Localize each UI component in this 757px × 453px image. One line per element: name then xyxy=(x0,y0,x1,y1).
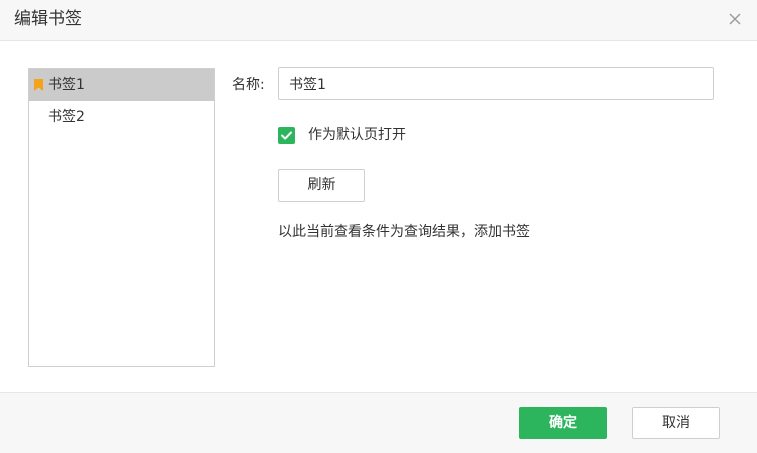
close-icon[interactable] xyxy=(727,11,743,27)
bookmark-list: 书签1 书签2 xyxy=(28,68,215,367)
default-page-label: 作为默认页打开 xyxy=(308,127,406,143)
dialog-title: 编辑书签 xyxy=(14,9,82,29)
bookmark-label: 书签2 xyxy=(48,109,85,125)
refresh-button[interactable]: 刷新 xyxy=(278,169,365,202)
default-page-checkbox[interactable] xyxy=(278,127,295,144)
check-icon xyxy=(281,131,292,140)
name-label: 名称: xyxy=(232,77,265,93)
bookmark-label: 书签1 xyxy=(48,77,85,93)
bookmark-icon xyxy=(34,79,43,91)
dialog-body: 书签1 书签2 名称: 作为默认页打开 刷新 以此当前查看条件为查询结果，添加书… xyxy=(0,41,757,392)
name-input[interactable] xyxy=(278,67,714,100)
cancel-button[interactable]: 取消 xyxy=(632,407,720,439)
bookmark-list-item-2[interactable]: 书签2 xyxy=(29,101,214,133)
dialog-footer: 确定 取消 xyxy=(0,392,757,453)
bookmark-list-item-1[interactable]: 书签1 xyxy=(29,69,214,101)
edit-bookmark-dialog: 编辑书签 书签1 书签2 名称: 作为默 xyxy=(0,0,757,453)
ok-button[interactable]: 确定 xyxy=(519,407,607,439)
close-icon-glyph xyxy=(729,13,741,25)
dialog-header: 编辑书签 xyxy=(0,0,757,41)
hint-text: 以此当前查看条件为查询结果，添加书签 xyxy=(278,224,530,240)
